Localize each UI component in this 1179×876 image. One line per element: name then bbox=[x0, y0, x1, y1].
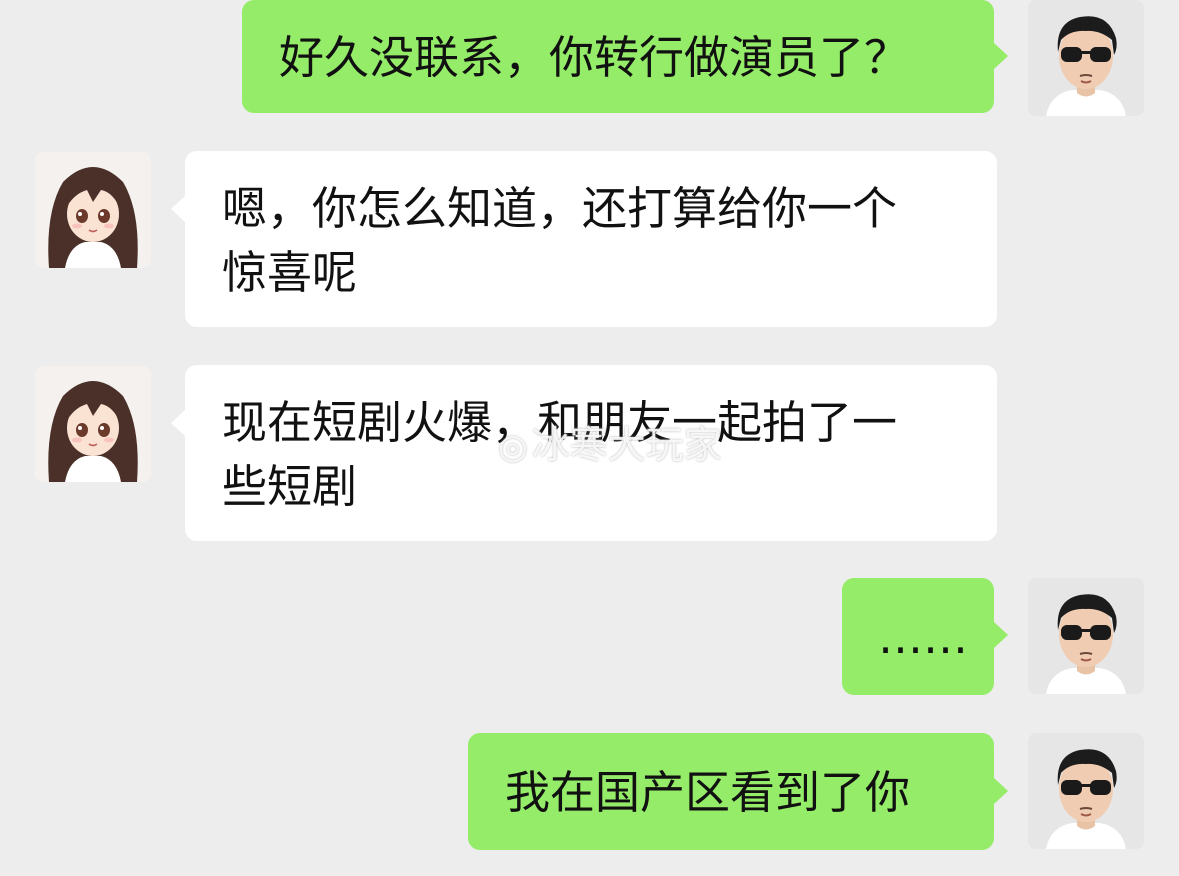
message-bubble-sent[interactable]: …… bbox=[842, 578, 994, 695]
message-text: 我在国产区看到了你 bbox=[505, 766, 911, 819]
message-bubble-sent[interactable]: 好久没联系，你转行做演员了？ bbox=[242, 0, 994, 113]
message-text: 好久没联系，你转行做演员了？ bbox=[279, 31, 910, 84]
watermark-text: 冰寒大玩家 bbox=[531, 423, 722, 467]
male-avatar[interactable] bbox=[1028, 733, 1144, 849]
male-avatar[interactable] bbox=[1028, 578, 1144, 694]
message-bubble-sent[interactable]: 我在国产区看到了你 bbox=[468, 733, 994, 850]
message-text: …… bbox=[878, 611, 968, 664]
bubble-tail bbox=[994, 43, 1008, 69]
female-avatar[interactable] bbox=[35, 366, 151, 482]
watermark: ◎ 冰寒大玩家 bbox=[498, 414, 722, 469]
female-avatar[interactable] bbox=[35, 152, 151, 268]
message-text-line: 惊喜呢 bbox=[222, 246, 358, 299]
male-avatar[interactable] bbox=[1028, 0, 1144, 116]
bubble-tail bbox=[171, 196, 185, 222]
bubble-tail bbox=[994, 622, 1008, 648]
message-bubble-received[interactable]: 嗯，你怎么知道，还打算给你一个 惊喜呢 bbox=[185, 151, 997, 327]
message-text-line: 嗯，你怎么知道，还打算给你一个 bbox=[222, 182, 898, 235]
bubble-tail bbox=[994, 778, 1008, 804]
bubble-tail bbox=[171, 410, 185, 436]
weibo-icon: ◎ bbox=[498, 427, 528, 467]
chat-thread: 好久没联系，你转行做演员了？ 嗯，你怎么知道，还打算给你一个 惊喜呢 现在短剧火… bbox=[0, 0, 1179, 876]
